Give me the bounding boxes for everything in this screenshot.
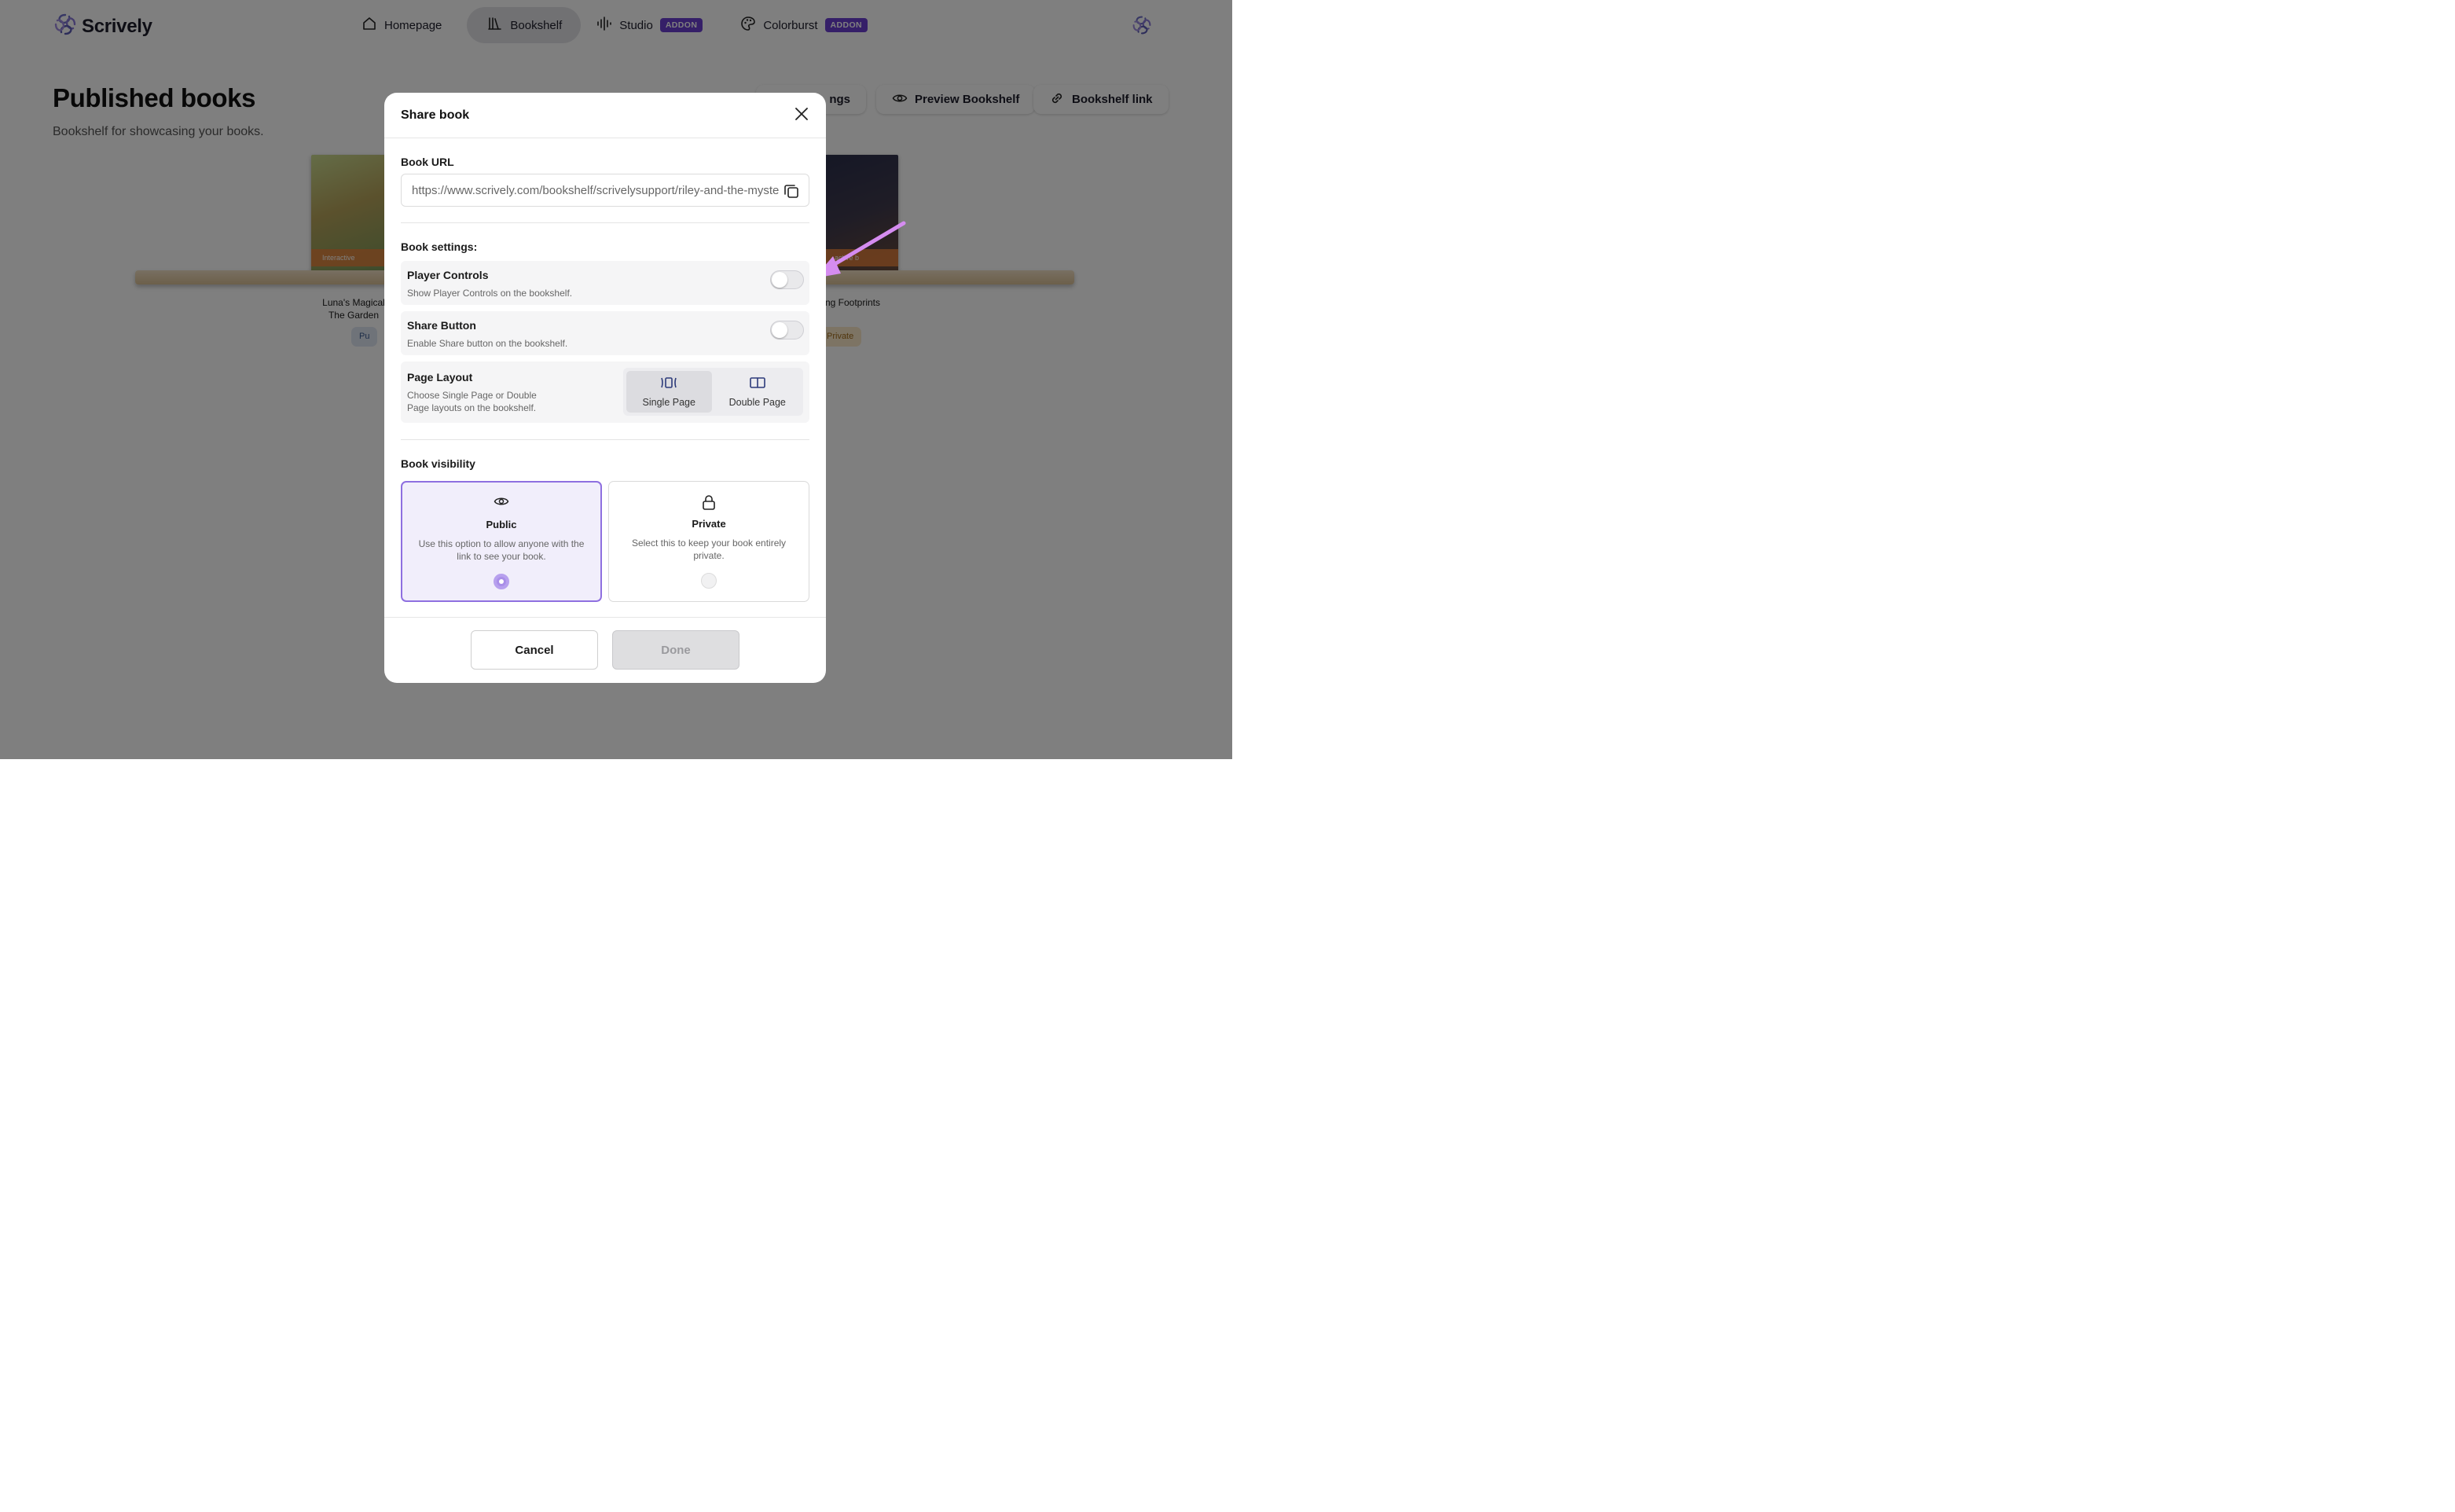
private-radio[interactable] [701, 573, 717, 589]
close-button[interactable] [793, 107, 810, 124]
single-page-option[interactable]: Single Page [626, 371, 712, 413]
book-settings-label: Book settings: [401, 240, 478, 253]
public-radio[interactable] [494, 574, 509, 589]
setting-title: Share Button [407, 319, 476, 332]
player-controls-toggle[interactable] [770, 270, 804, 289]
double-page-icon [749, 376, 766, 391]
dialog-title: Share book [401, 108, 470, 122]
player-controls-setting: Player Controls Show Player Controls on … [401, 261, 809, 305]
toggle-knob [772, 322, 787, 338]
share-button-toggle[interactable] [770, 321, 804, 339]
option-label: Single Page [642, 396, 695, 408]
double-page-option[interactable]: Double Page [715, 371, 801, 413]
option-title: Public [486, 519, 517, 530]
book-url-value: https://www.scrively.com/bookshelf/scriv… [412, 184, 779, 197]
book-visibility-label: Book visibility [401, 457, 475, 470]
option-label: Double Page [728, 396, 786, 408]
copy-icon [783, 185, 800, 203]
option-description: Use this option to allow anyone with the… [418, 538, 585, 562]
copy-url-button[interactable] [783, 182, 800, 200]
visibility-private-option[interactable]: Private Select this to keep your book en… [608, 481, 809, 602]
option-title: Private [692, 518, 726, 530]
share-button-setting: Share Button Enable Share button on the … [401, 311, 809, 355]
dialog-header: Share book [384, 93, 826, 138]
close-icon [794, 107, 809, 125]
book-url-label: Book URL [401, 156, 454, 168]
toggle-knob [772, 272, 787, 288]
dialog-footer: Cancel Done [384, 617, 826, 683]
setting-title: Page Layout [407, 371, 473, 384]
setting-title: Player Controls [407, 269, 489, 281]
divider [401, 439, 809, 440]
lock-icon [702, 494, 716, 514]
page-layout-setting: Page Layout Choose Single Page or Double… [401, 361, 809, 423]
single-page-icon [660, 376, 677, 391]
page-layout-selector: Single Page Double Page [623, 368, 803, 416]
book-url-field[interactable]: https://www.scrively.com/bookshelf/scriv… [401, 174, 809, 207]
done-button[interactable]: Done [612, 630, 739, 670]
setting-description: Enable Share button on the bookshelf. [407, 338, 568, 349]
eye-icon [494, 495, 509, 512]
cancel-button[interactable]: Cancel [471, 630, 598, 670]
setting-description: Show Player Controls on the bookshelf. [407, 288, 573, 299]
setting-description: Choose Single Page or Double Page layout… [407, 390, 537, 413]
option-description: Select this to keep your book entirely p… [631, 538, 787, 561]
divider [401, 222, 809, 223]
share-book-dialog: Share book Book URL https://www.scrively… [384, 93, 826, 683]
visibility-public-option[interactable]: Public Use this option to allow anyone w… [401, 481, 602, 602]
